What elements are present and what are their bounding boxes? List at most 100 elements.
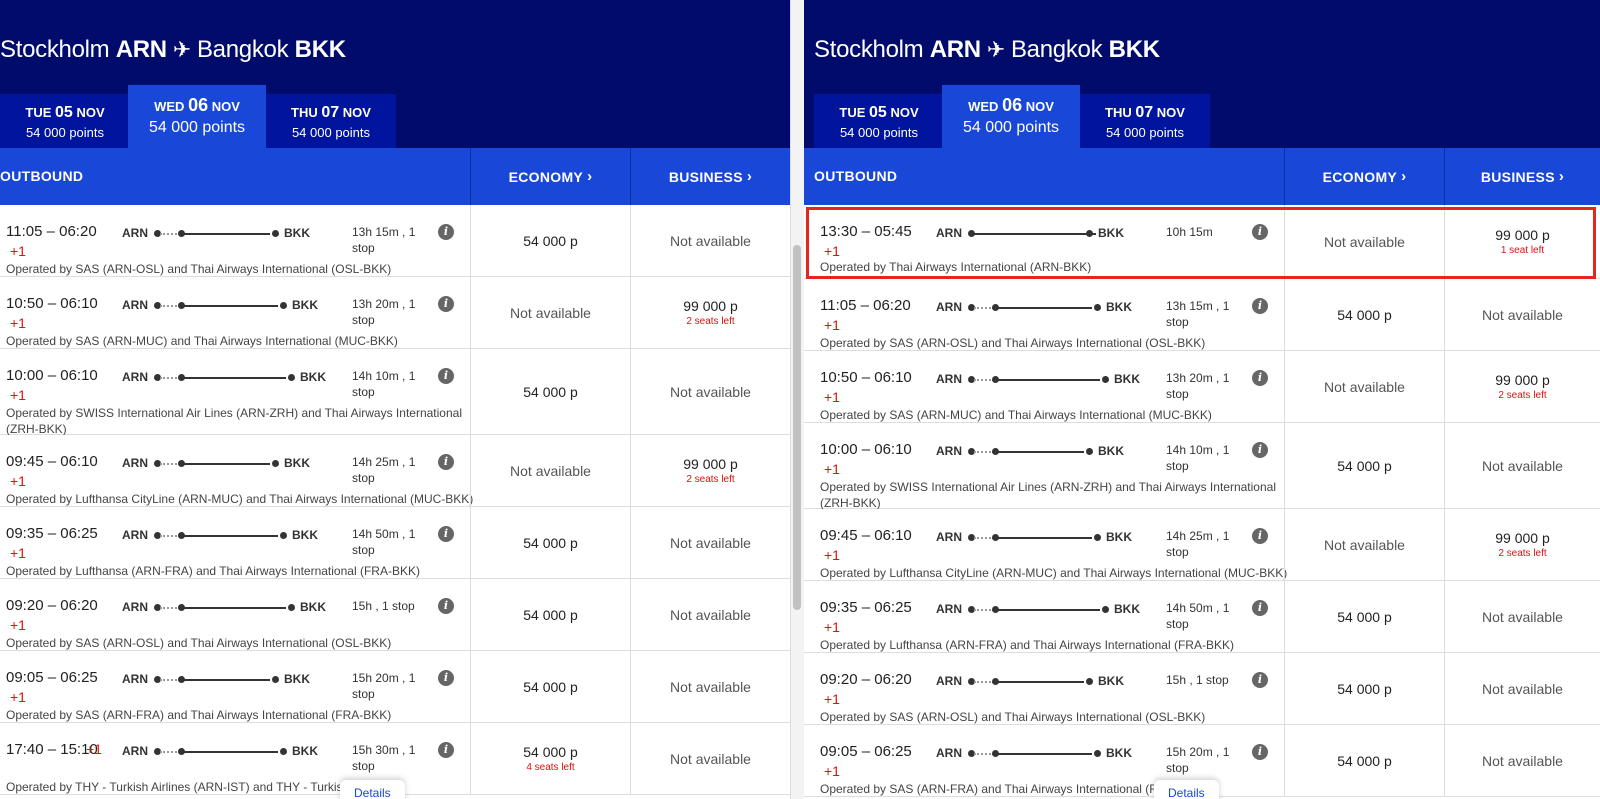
economy-fare-cell[interactable]: Not available [470, 435, 630, 506]
business-fare-cell[interactable]: Not available [630, 205, 790, 276]
business-fare-cell[interactable]: Not available [630, 579, 790, 650]
business-fare-cell[interactable]: Not available [630, 651, 790, 722]
flight-times: 09:45 – 06:10 [820, 527, 912, 544]
flight-times: 09:05 – 06:25 [820, 743, 912, 760]
info-icon[interactable]: i [438, 742, 454, 758]
stop-dot [280, 302, 287, 309]
economy-fare-cell[interactable]: Not available [1284, 351, 1444, 422]
flight-row[interactable]: 10:00 – 06:10 +1 ARN BKK 14h 10m , 1 stop i Ope… [0, 349, 790, 436]
date-tab-tue[interactable]: TUE 05 NOV 54 000 points [814, 94, 944, 148]
business-fare-cell[interactable]: 99 000 p 2 seats left [630, 435, 790, 506]
flight-row[interactable]: 11:05 – 06:20 +1 ARN BKK 13h 15m , 1 stop i Ope… [804, 279, 1600, 351]
economy-fare-cell[interactable]: Not available [1284, 509, 1444, 580]
economy-fare-cell[interactable]: 54 000 p [470, 651, 630, 722]
flight-row[interactable]: 09:05 – 06:25 +1 ARN BKK 15h 20m , 1 stop i Ope… [0, 651, 790, 723]
economy-fare: 54 000 p [1337, 752, 1392, 769]
business-fare-cell[interactable]: 99 000 p 2 seats left [630, 277, 790, 348]
economy-fare-cell[interactable]: Not available [470, 277, 630, 348]
tab-month: NOV [890, 105, 919, 120]
scrollbar-thumb[interactable] [793, 245, 801, 610]
stop-dot [1086, 448, 1093, 455]
business-column-button[interactable]: BUSINESS › [630, 148, 790, 205]
info-icon[interactable]: i [438, 454, 454, 470]
flight-row[interactable]: 09:35 – 06:25 +1 ARN BKK 14h 50m , 1 stop i Ope… [0, 507, 790, 579]
flight-line [184, 535, 278, 537]
origin-city: Stockholm [0, 36, 110, 63]
economy-fare-cell[interactable]: 54 000 p [1284, 653, 1444, 724]
info-icon[interactable]: i [438, 598, 454, 614]
business-fare-cell[interactable]: Not available [1444, 581, 1600, 652]
details-button[interactable]: Details [340, 780, 405, 799]
stops-text: stop [352, 759, 375, 773]
business-fare-cell[interactable]: Not available [1444, 653, 1600, 724]
economy-column-button[interactable]: ECONOMY › [1284, 148, 1444, 205]
economy-fare-cell[interactable]: 54 000 p [470, 579, 630, 650]
info-icon[interactable]: i [1252, 370, 1268, 386]
flight-row[interactable]: 09:35 – 06:25 +1 ARN BKK 14h 50m , 1 stop i Ope… [804, 581, 1600, 653]
seats-left-badge: 1 seat left [1500, 245, 1545, 256]
info-icon[interactable]: i [438, 224, 454, 240]
info-icon[interactable]: i [438, 296, 454, 312]
business-label: BUSINESS [668, 168, 743, 185]
flight-row[interactable]: 10:50 – 06:10 +1 ARN BKK 13h 20m , 1 stop i Ope… [0, 277, 790, 349]
layover-line [974, 537, 994, 539]
business-fare-cell[interactable]: Not available [1444, 279, 1600, 350]
economy-fare-cell[interactable]: 54 000 p [470, 349, 630, 434]
info-icon[interactable]: i [1252, 600, 1268, 616]
economy-fare-cell[interactable]: Not available [1284, 205, 1444, 278]
business-fare-cell[interactable]: 99 000 p 2 seats left [1444, 509, 1600, 580]
info-icon[interactable]: i [438, 368, 454, 384]
flight-row[interactable]: 10:00 – 06:10 +1 ARN BKK 14h 10m , 1 stop i Ope… [804, 423, 1600, 510]
stop-dot [1086, 230, 1093, 237]
details-button[interactable]: Details [1154, 780, 1219, 799]
economy-fare-cell[interactable]: 54 000 p [1284, 725, 1444, 796]
info-icon[interactable]: i [1252, 442, 1268, 458]
business-fare-cell[interactable]: Not available [630, 507, 790, 578]
flight-row[interactable]: 09:20 – 06:20 +1 ARN BKK 15h , 1 stop i Operat… [804, 653, 1600, 725]
destination-airport: BKK [300, 370, 326, 384]
economy-fare: 54 000 p [1337, 608, 1392, 625]
date-tab-wed[interactable]: WED 06 NOV 54 000 points [128, 85, 266, 148]
date-tab-thu[interactable]: THU 07 NOV 54 000 points [1080, 94, 1210, 148]
operator-line: Operated by SAS (ARN-MUC) and Thai Airwa… [820, 408, 1212, 422]
business-fare-cell[interactable]: Not available [630, 723, 790, 794]
info-icon[interactable]: i [1252, 528, 1268, 544]
flight-row[interactable]: 09:45 – 06:10 +1 ARN BKK 14h 25m , 1 stop i Ope… [804, 509, 1600, 581]
arrival-time: 05:45 [874, 223, 912, 240]
business-fare-cell[interactable]: Not available [1444, 423, 1600, 508]
economy-fare-cell[interactable]: 54 000 p [1284, 279, 1444, 350]
layover-line [160, 607, 180, 609]
seats-left-badge: 4 seats left [526, 762, 575, 773]
origin-airport: ARN [936, 746, 962, 760]
date-tab-wed[interactable]: WED 06 NOV 54 000 points [942, 85, 1080, 148]
info-icon[interactable]: i [438, 670, 454, 686]
info-icon[interactable]: i [1252, 672, 1268, 688]
economy-fare-cell[interactable]: 54 000 p [470, 205, 630, 276]
economy-fare-cell[interactable]: 54 000 p [1284, 581, 1444, 652]
duration-text: 14h 25m , 1 [1166, 529, 1230, 543]
business-fare-cell[interactable]: 99 000 p 2 seats left [1444, 351, 1600, 422]
next-day-badge: +1 [10, 387, 26, 403]
date-tab-thu[interactable]: THU 07 NOV 54 000 points [266, 94, 396, 148]
business-fare-cell[interactable]: 99 000 p 1 seat left [1444, 205, 1600, 278]
flight-row[interactable]: 09:45 – 06:10 +1 ARN BKK 14h 25m , 1 stop i Ope… [0, 435, 790, 507]
business-fare-cell[interactable]: Not available [1444, 725, 1600, 796]
business-fare-cell[interactable]: Not available [630, 349, 790, 434]
info-icon[interactable]: i [1252, 298, 1268, 314]
duration-text: 15h 20m , 1 [1166, 745, 1230, 759]
flight-row[interactable]: 09:20 – 06:20 +1 ARN BKK 15h , 1 stop i Operat… [0, 579, 790, 651]
flight-row[interactable]: 11:05 – 06:20 +1 ARN BKK 13h 15m , 1 stop i Ope… [0, 205, 790, 277]
flight-row[interactable]: 10:50 – 06:10 +1 ARN BKK 13h 20m , 1 stop i Ope… [804, 351, 1600, 423]
economy-fare-cell[interactable]: 54 000 p [1284, 423, 1444, 508]
date-tab-tue[interactable]: TUE 05 NOV 54 000 points [0, 94, 130, 148]
business-column-button[interactable]: BUSINESS › [1444, 148, 1600, 205]
economy-column-button[interactable]: ECONOMY › [470, 148, 630, 205]
economy-fare-cell[interactable]: 54 000 p [470, 507, 630, 578]
flight-row[interactable]: 13:30 – 05:45 +1 ARN BKK 10h 15m i Operated by… [804, 205, 1600, 279]
economy-fare-cell[interactable]: 54 000 p 4 seats left [470, 723, 630, 794]
info-icon[interactable]: i [1252, 744, 1268, 760]
info-icon[interactable]: i [1252, 224, 1268, 240]
flight-line [184, 233, 270, 235]
info-icon[interactable]: i [438, 526, 454, 542]
flight-times: 10:50 – 06:10 [6, 295, 98, 312]
